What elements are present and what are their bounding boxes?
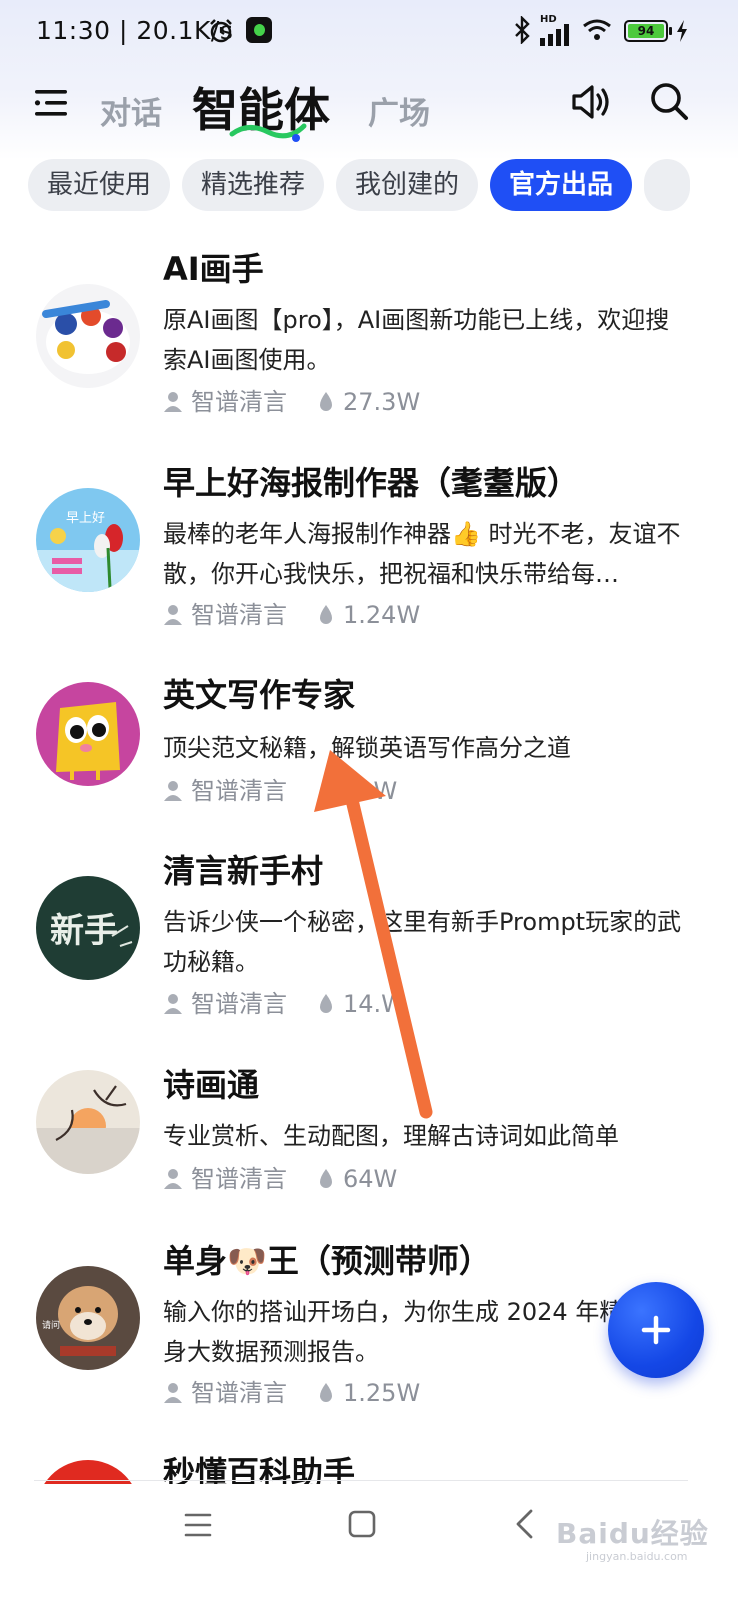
agent-description: 原AI画图【pro】，AI画图新功能已上线，欢迎搜索AI画图使用。: [163, 306, 670, 374]
agent-uses: 14.W: [343, 990, 405, 1018]
agent-description: 专业赏析、生动配图，理解古诗词如此简单: [163, 1122, 619, 1150]
svg-text:早上好: 早上好: [66, 511, 105, 526]
agent-author: 智谱清言: [191, 1165, 287, 1193]
fire-icon: [320, 392, 332, 411]
tab-dialog[interactable]: 对话: [100, 88, 162, 133]
status-bar: 11:30 | 20.1K/s HD 94: [0, 0, 738, 62]
battery-cap: [669, 27, 672, 35]
list-item[interactable]: 秒懂百科助手: [0, 1444, 738, 1484]
bluetooth-icon: [515, 16, 530, 44]
agent-uses: 1.25W: [343, 1379, 421, 1407]
charging-icon: [677, 20, 687, 42]
svg-text:请问: 请问: [42, 1319, 60, 1331]
agent-uses: 1.24W: [343, 601, 421, 629]
nav-divider: [34, 1480, 688, 1481]
agent-meta: 智谱清言 64W: [163, 1164, 397, 1194]
list-item[interactable]: 诗画通 专业赏析、生动配图，理解古诗词如此简单 智谱清言 64W: [0, 1056, 738, 1226]
watermark-url: jingyan.baidu.com: [586, 1550, 688, 1563]
agent-uses: 27.3W: [343, 388, 421, 416]
agent-author: 智谱清言: [191, 777, 287, 805]
sound-icon[interactable]: [570, 82, 614, 122]
battery-level: 94: [628, 24, 664, 38]
agent-meta: 智谱清言 14.W: [163, 989, 405, 1019]
battery-icon: 94: [624, 20, 668, 42]
agent-uses: 64W: [343, 1165, 398, 1193]
list-item[interactable]: 早上好 早上好海报制作器（耄耋版） 最棒的老年人海报制作神器👍 时光不老，友谊不…: [0, 454, 738, 654]
agent-description: 顶尖范文秘籍，解锁英语写作高分之道: [163, 734, 571, 762]
svg-text:新手: 新手: [50, 911, 118, 951]
create-agent-button[interactable]: [608, 1282, 704, 1378]
top-header: 对话 智能体 广场: [0, 68, 738, 148]
menu-icon[interactable]: [34, 86, 68, 120]
agent-meta: 智谱清言 27.3W: [163, 387, 420, 417]
chip-created[interactable]: 我创建的: [336, 159, 479, 211]
status-time-speed: 11:30 | 20.1K/s: [36, 16, 234, 45]
list-item[interactable]: 新手 清言新手村 告诉少侠一个秘密，这里有新手Prompt玩家的武功秘籍。 智谱…: [0, 842, 738, 1042]
app-notification-icon: [246, 17, 272, 43]
signal-icon: [540, 24, 569, 46]
chip-official[interactable]: 官方出品: [490, 159, 633, 211]
agent-uses: 41W: [343, 777, 398, 805]
nav-back-icon[interactable]: [514, 1508, 534, 1540]
user-icon: [164, 605, 182, 625]
agent-description: 最棒的老年人海报制作神器👍 时光不老，友谊不散，你开心我快乐，把祝福和快乐带给每…: [163, 520, 681, 588]
avatar: 请问: [36, 1266, 140, 1370]
plus-icon: [641, 1315, 671, 1345]
fire-icon: [320, 605, 332, 624]
filter-chips: 最近使用 精选推荐 我创建的 官方出品: [28, 159, 738, 211]
alarm-icon: [210, 19, 232, 43]
agent-meta: 智谱清言 1.24W: [163, 600, 420, 630]
avatar: [36, 682, 140, 786]
agent-title: 单身🐶王（预测带师）: [163, 1242, 491, 1280]
fire-icon: [320, 781, 332, 800]
agent-author: 智谱清言: [191, 990, 287, 1018]
user-icon: [164, 392, 182, 412]
list-item[interactable]: AI画手 原AI画图【pro】，AI画图新功能已上线，欢迎搜索AI画图使用。 智…: [0, 240, 738, 440]
agent-author: 智谱清言: [191, 1379, 287, 1407]
avatar: [36, 1070, 140, 1174]
user-icon: [164, 1383, 182, 1403]
chip-featured[interactable]: 精选推荐: [182, 159, 325, 211]
avatar: [36, 284, 140, 388]
fire-icon: [320, 994, 332, 1013]
agent-title: 早上好海报制作器（耄耋版）: [163, 464, 580, 502]
avatar: 新手: [36, 876, 140, 980]
wifi-icon: [583, 19, 611, 40]
watermark: Baidu经验: [556, 1517, 709, 1550]
user-icon: [164, 994, 182, 1014]
chip-more[interactable]: [644, 159, 691, 211]
agent-title: 英文写作专家: [163, 676, 356, 714]
agent-author: 智谱清言: [191, 388, 287, 416]
agent-title: 诗画通: [163, 1066, 260, 1104]
nav-menu-icon[interactable]: [184, 1512, 212, 1538]
nav-home-icon[interactable]: [348, 1510, 376, 1538]
fire-icon: [320, 1169, 332, 1188]
tab-square[interactable]: 广场: [368, 88, 430, 133]
list-item[interactable]: 英文写作专家 顶尖范文秘籍，解锁英语写作高分之道 智谱清言 41W: [0, 666, 738, 836]
active-tab-indicator: [229, 123, 307, 142]
agent-author: 智谱清言: [191, 601, 287, 629]
agent-description: 告诉少侠一个秘密，这里有新手Prompt玩家的武功秘籍。: [163, 908, 682, 976]
agent-title: 清言新手村: [163, 852, 324, 890]
agent-meta: 智谱清言 1.25W: [163, 1378, 420, 1408]
avatar: 早上好: [36, 488, 140, 592]
chip-recent[interactable]: 最近使用: [28, 159, 171, 211]
search-icon[interactable]: [648, 80, 690, 122]
fire-icon: [320, 1383, 332, 1402]
agent-title: 秒懂百科助手: [163, 1454, 356, 1484]
agent-title: AI画手: [163, 250, 264, 288]
user-icon: [164, 1169, 182, 1189]
user-icon: [164, 781, 182, 801]
agent-meta: 智谱清言 41W: [163, 776, 397, 806]
